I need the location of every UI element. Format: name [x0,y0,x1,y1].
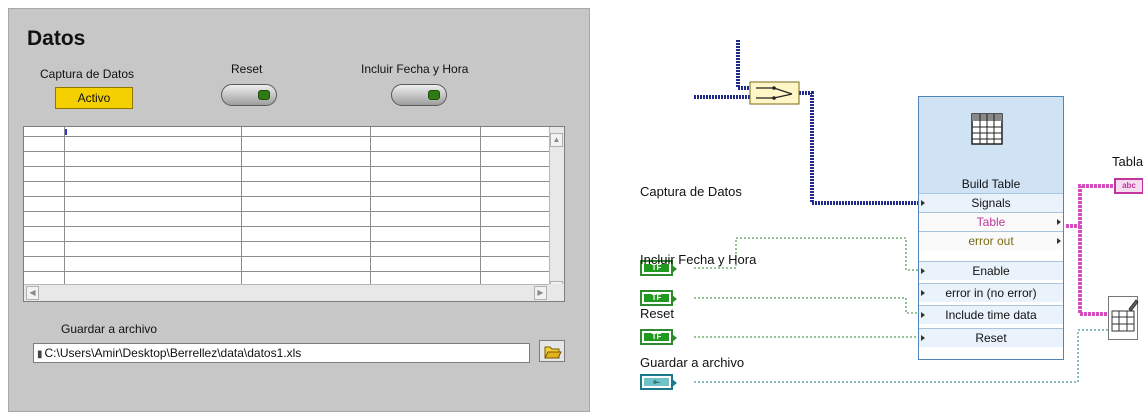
browse-folder-button[interactable] [539,340,565,362]
incluir-fecha-led-icon [428,90,440,100]
incluir-fecha-button[interactable] [391,84,447,106]
vi-input-include-time-data[interactable]: Include time data [919,305,1063,324]
merge-signals-icon [749,81,800,105]
bd-guardar-label: Guardar a archivo [640,355,745,370]
dynamic-wire-top [736,40,750,90]
guardar-path-terminal[interactable]: ⟜ [640,374,677,390]
reset-button[interactable] [221,84,277,106]
terminal-arrow-icon [672,379,677,387]
tabla-string-indicator[interactable]: abc [1114,178,1143,194]
table-grid [24,127,550,285]
vi-input-reset[interactable]: Reset [919,328,1063,347]
tabla-label: Tabla [1112,154,1143,169]
file-path-value: C:\Users\Amir\Desktop\Berrellez\data\dat… [44,346,302,360]
file-path-input[interactable]: ▮ C:\Users\Amir\Desktop\Berrellez\data\da… [33,343,530,363]
front-panel: Datos Captura de Datos Activo Reset Incl… [8,8,590,412]
write-to-file-vi[interactable] [1108,296,1139,340]
captura-de-datos-led-button[interactable]: Activo [55,87,133,109]
table-vertical-scrollbar[interactable]: ▲ ▼ [549,127,564,295]
vi-input-error-in[interactable]: error in (no error) [919,283,1063,302]
vi-output-table[interactable]: Table [919,212,1063,231]
path-type-icon: ▮ [37,349,43,360]
bd-fecha-label: Incluir Fecha y Hora [640,252,757,267]
data-table[interactable]: ▲ ▼ ◀ ▶ [23,126,565,302]
scroll-up-icon[interactable]: ▲ [550,133,563,147]
folder-icon [544,346,562,359]
scroll-left-icon[interactable]: ◀ [26,286,39,300]
terminal-arrow-icon [672,295,677,303]
reset-led-icon [258,90,270,100]
table-icon [971,113,1003,145]
bool-wire-fecha [694,297,918,314]
vi-output-error-out[interactable]: error out [919,231,1063,250]
incluir-fecha-label: Incluir Fecha y Hora [361,62,469,76]
captura-de-datos-label: Captura de Datos [40,67,135,81]
build-table-express-vi[interactable]: Build Table Signals Table error out Enab… [918,96,1064,360]
guardar-a-archivo-label: Guardar a archivo [61,322,158,336]
bool-term-text: TF [644,294,669,302]
scrollbar-corner [549,284,564,301]
vi-input-enable[interactable]: Enable [919,261,1063,280]
panel-title: Datos [27,27,86,50]
reset-bool-terminal[interactable]: TF [640,329,677,345]
terminal-arrow-icon [672,334,677,342]
write-file-icon [1111,299,1139,332]
scroll-right-icon[interactable]: ▶ [534,286,547,300]
block-diagram: Captura de Datos TF Incluir Fecha y Hora… [596,0,1143,418]
express-vi-header: Build Table [919,97,1063,193]
dynamic-wire-signals [799,91,918,205]
string-wire-file [1078,226,1108,316]
path-icon: ⟜ [644,378,669,386]
table-horizontal-scrollbar[interactable]: ◀ ▶ [24,284,550,301]
vi-input-signals[interactable]: Signals [919,193,1063,212]
fecha-bool-terminal[interactable]: TF [640,290,677,306]
bd-captura-label: Captura de Datos [640,184,742,199]
string-wire-tabla [1066,184,1114,228]
reset-label: Reset [231,62,263,76]
bool-term-text: TF [644,333,669,341]
express-vi-title: Build Table [961,177,1021,191]
bd-reset-label: Reset [640,306,674,321]
